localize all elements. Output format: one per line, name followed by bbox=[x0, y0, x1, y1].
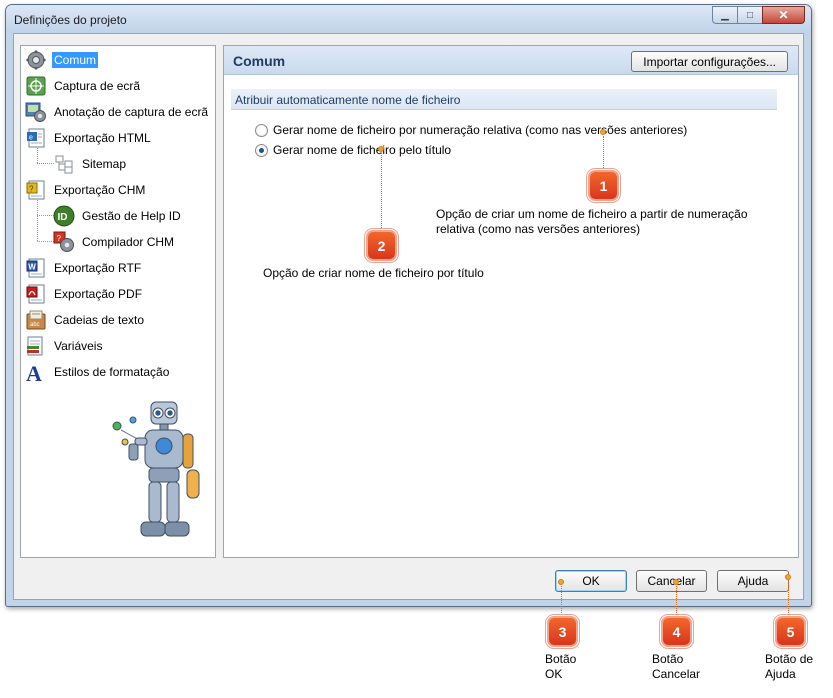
ok-button[interactable]: OK bbox=[555, 570, 627, 592]
callout-badge-3: 3 bbox=[549, 618, 576, 645]
sidebar-item-label: Exportação PDF bbox=[54, 287, 143, 301]
option-relative-numbering[interactable]: Gerar nome de ficheiro por numeração rel… bbox=[255, 123, 687, 137]
callout-text-4: Botão Cancelar bbox=[652, 652, 701, 681]
sidebar-item-pdf-export[interactable]: Exportação PDF bbox=[25, 283, 144, 305]
sidebar-item-rtf-export[interactable]: W Exportação RTF bbox=[25, 257, 143, 279]
window-controls: ▁ □ ✕ bbox=[712, 6, 805, 24]
project-settings-dialog: Definições do projeto ▁ □ ✕ Comum Captur… bbox=[5, 4, 812, 607]
tree-line bbox=[37, 196, 38, 241]
sidebar-item-text-strings[interactable]: abc Cadeias de texto bbox=[25, 309, 146, 331]
text-strings-icon: abc bbox=[25, 309, 47, 331]
help-id-icon: ID bbox=[53, 205, 75, 227]
callout-leader-line bbox=[603, 136, 604, 172]
maximize-button[interactable]: □ bbox=[737, 6, 763, 24]
cancel-button[interactable]: Cancelar bbox=[636, 570, 707, 592]
sidebar-item-label: Cadeias de texto bbox=[54, 313, 145, 327]
callout-anchor-dot bbox=[558, 579, 564, 585]
callout-leader-line bbox=[676, 586, 677, 617]
page-title: Comum bbox=[233, 53, 286, 69]
sidebar-item-formatting-styles[interactable]: A Estilos de formatação bbox=[25, 361, 171, 383]
callout-leader-line bbox=[381, 153, 382, 230]
sidebar-item-chm-export[interactable]: ? Exportação CHM bbox=[25, 179, 147, 201]
sidebar-item-label: Estilos de formatação bbox=[54, 365, 170, 379]
callout-text-1: Opção de criar um nome de ficheiro a par… bbox=[436, 207, 748, 236]
callout-leader-line bbox=[561, 586, 562, 617]
chm-export-icon: ? bbox=[25, 179, 47, 201]
sidebar-item-label: Exportação HTML bbox=[54, 131, 151, 145]
sidebar-item-sitemap[interactable]: Sitemap bbox=[53, 153, 128, 175]
chm-compiler-icon: ? bbox=[53, 231, 75, 253]
settings-sidebar: Comum Captura de ecrã Anotação de captur… bbox=[20, 45, 216, 558]
sidebar-item-label: Captura de ecrã bbox=[54, 79, 141, 93]
section-header: Atribuir automaticamente nome de ficheir… bbox=[231, 89, 777, 110]
radio-button-unchecked[interactable] bbox=[255, 123, 268, 137]
tree-line bbox=[37, 215, 54, 216]
section-title: Atribuir automaticamente nome de ficheir… bbox=[235, 93, 461, 107]
option-by-title[interactable]: Gerar nome de ficheiro pelo título bbox=[255, 143, 451, 157]
tree-line bbox=[37, 163, 54, 164]
sidebar-item-variables[interactable]: Variáveis bbox=[25, 335, 104, 357]
annotation-icon bbox=[25, 101, 47, 123]
content-header: Comum Importar configurações... bbox=[224, 46, 798, 75]
maximize-icon: □ bbox=[746, 9, 754, 21]
pdf-export-icon bbox=[25, 283, 47, 305]
svg-text:ID: ID bbox=[58, 212, 68, 223]
svg-text:W: W bbox=[28, 263, 36, 272]
sidebar-item-html-export[interactable]: e Exportação HTML bbox=[25, 127, 153, 149]
window-title: Definições do projeto bbox=[14, 13, 127, 27]
sidebar-item-label: Sitemap bbox=[82, 157, 127, 171]
close-button[interactable]: ✕ bbox=[762, 6, 805, 24]
sidebar-item-chm-compiler[interactable]: ? Compilador CHM bbox=[53, 231, 176, 253]
sidebar-item-label: Exportação CHM bbox=[54, 183, 146, 197]
settings-content-panel: Comum Importar configurações... Atribuir… bbox=[223, 45, 799, 558]
sidebar-item-label: Anotação de captura de ecrã bbox=[54, 105, 209, 119]
sidebar-item-label: Comum bbox=[52, 52, 99, 68]
gear-icon bbox=[25, 49, 47, 71]
import-settings-button[interactable]: Importar configurações... bbox=[631, 51, 788, 72]
sidebar-item-label: Variáveis bbox=[54, 339, 103, 353]
svg-text:e: e bbox=[29, 135, 33, 142]
callout-badge-5: 5 bbox=[777, 618, 804, 645]
radio-button-checked[interactable] bbox=[255, 143, 268, 157]
minimize-icon: ▁ bbox=[721, 9, 729, 21]
rtf-export-icon: W bbox=[25, 257, 47, 279]
minimize-button[interactable]: ▁ bbox=[712, 6, 738, 24]
callout-leader-line bbox=[788, 581, 789, 617]
callout-badge-4: 4 bbox=[663, 618, 690, 645]
screen-capture-icon bbox=[25, 75, 47, 97]
svg-text:?: ? bbox=[29, 185, 34, 194]
callout-badge-2: 2 bbox=[368, 232, 395, 259]
sidebar-item-comum[interactable]: Comum bbox=[25, 49, 99, 71]
callout-anchor-dot bbox=[378, 146, 384, 152]
callout-text-3: Botão OK bbox=[545, 652, 577, 681]
sidebar-item-screen-capture[interactable]: Captura de ecrã bbox=[25, 75, 142, 97]
sidebar-item-help-id[interactable]: ID Gestão de Help ID bbox=[53, 205, 183, 227]
option-label: Gerar nome de ficheiro por numeração rel… bbox=[273, 123, 688, 137]
dialog-client-area: Comum Captura de ecrã Anotação de captur… bbox=[13, 33, 804, 600]
callout-anchor-dot bbox=[673, 579, 679, 585]
variables-icon bbox=[25, 335, 47, 357]
option-label: Gerar nome de ficheiro pelo título bbox=[273, 143, 452, 157]
callout-text-5: Botão de Ajuda bbox=[765, 652, 814, 681]
sidebar-item-label: Gestão de Help ID bbox=[82, 209, 181, 223]
title-bar[interactable]: Definições do projeto ▁ □ ✕ bbox=[6, 5, 811, 33]
callout-anchor-dot bbox=[600, 129, 606, 135]
svg-text:?: ? bbox=[57, 234, 62, 243]
sitemap-icon bbox=[53, 153, 75, 175]
sidebar-item-annotation[interactable]: Anotação de captura de ecrã bbox=[25, 101, 210, 123]
sidebar-item-label: Compilador CHM bbox=[82, 235, 175, 249]
close-icon: ✕ bbox=[778, 8, 789, 22]
svg-text:abc: abc bbox=[30, 322, 40, 328]
help-button[interactable]: Ajuda bbox=[717, 570, 789, 592]
robot-mascot-illustration bbox=[112, 401, 200, 537]
callout-anchor-dot bbox=[785, 574, 791, 580]
callout-badge-1: 1 bbox=[590, 172, 617, 199]
formatting-styles-icon: A bbox=[25, 361, 47, 383]
svg-text:A: A bbox=[26, 361, 42, 383]
sidebar-item-label: Exportação RTF bbox=[54, 261, 142, 275]
html-export-icon: e bbox=[25, 127, 47, 149]
callout-text-2: Opção de criar nome de ficheiro por títu… bbox=[263, 266, 484, 280]
tree-line bbox=[37, 241, 54, 242]
